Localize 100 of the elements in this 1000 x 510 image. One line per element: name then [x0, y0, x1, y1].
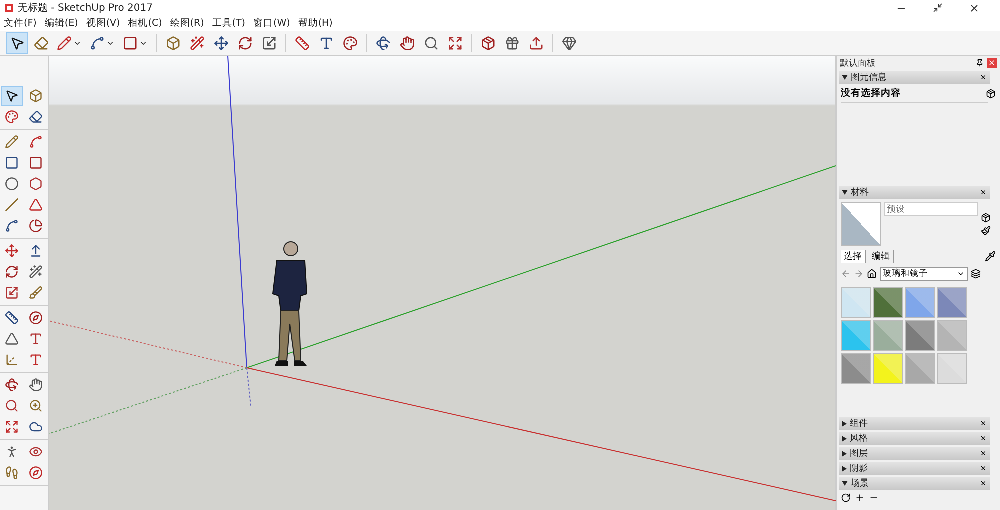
- arc-icon: [90, 36, 105, 50]
- pin-icon[interactable]: [976, 59, 984, 67]
- layers-icon[interactable]: [971, 269, 981, 279]
- add-icon[interactable]: [855, 493, 865, 503]
- ruler-icon: [5, 311, 19, 325]
- menu-item[interactable]: 窗口(W): [254, 17, 290, 30]
- curve-icon: [29, 135, 43, 149]
- package-icon: [480, 36, 496, 50]
- close-icon[interactable]: [980, 74, 987, 81]
- wand-icon: [190, 36, 204, 50]
- pushpull-icon: [29, 244, 43, 258]
- orbit-icon: [376, 36, 390, 50]
- entity-status-text: 没有选择内容: [841, 87, 902, 100]
- move-icon: [5, 244, 19, 258]
- material-swatch[interactable]: [937, 320, 967, 351]
- rotate-icon: [5, 265, 19, 279]
- hand-icon: [400, 36, 414, 50]
- menu-item[interactable]: 工具(T): [212, 17, 246, 30]
- pointer-icon: [10, 36, 24, 50]
- hand-icon: [29, 378, 43, 392]
- section-header[interactable]: 风格: [839, 432, 990, 445]
- close-icon[interactable]: [969, 2, 980, 14]
- material-swatch[interactable]: [905, 320, 935, 351]
- menu-item[interactable]: 编辑(E): [44, 17, 78, 30]
- ruler-icon: [294, 36, 310, 50]
- triangle-icon: [29, 198, 43, 212]
- back-icon[interactable]: [841, 269, 851, 279]
- package-icon[interactable]: [986, 88, 996, 98]
- close-icon[interactable]: [980, 420, 987, 427]
- close-icon[interactable]: [980, 480, 987, 487]
- close-button[interactable]: [987, 58, 997, 68]
- box-icon: [166, 36, 180, 50]
- scale-icon: [5, 286, 19, 300]
- material-swatch[interactable]: [905, 287, 935, 318]
- menu-item[interactable]: 帮助(H): [298, 17, 333, 30]
- search-icon: [424, 36, 438, 50]
- tool-button[interactable]: [1, 86, 23, 106]
- caret-icon: [957, 270, 965, 278]
- material-swatch[interactable]: [873, 320, 903, 351]
- menu-item[interactable]: 相机(C): [128, 17, 162, 30]
- tray-title: 默认面板: [840, 58, 877, 70]
- package-icon[interactable]: [981, 212, 991, 222]
- close-icon[interactable]: [980, 450, 987, 457]
- material-swatch[interactable]: [937, 287, 967, 318]
- section-header[interactable]: 组件: [839, 417, 990, 430]
- section-header[interactable]: 图层: [839, 447, 990, 460]
- move-icon: [214, 36, 228, 50]
- close-icon[interactable]: [980, 189, 987, 196]
- section-header[interactable]: 阴影: [839, 462, 990, 475]
- rectangle-icon: [123, 36, 138, 50]
- rectangle-icon: [29, 156, 43, 170]
- text-icon: [318, 36, 334, 50]
- material-swatch[interactable]: [937, 353, 967, 384]
- menu-item[interactable]: 视图(V): [86, 17, 120, 30]
- material-swatch[interactable]: [873, 353, 903, 384]
- close-icon[interactable]: [980, 435, 987, 442]
- curve-icon: [5, 219, 19, 233]
- menu-item[interactable]: 绘图(R): [170, 17, 204, 30]
- app-logo-icon: [4, 3, 14, 13]
- axes-icon: [5, 353, 19, 367]
- box-icon: [29, 89, 43, 103]
- expand-icon: [448, 36, 462, 50]
- triangle-icon: [5, 332, 19, 346]
- rectangle-icon: [5, 156, 19, 170]
- gem-icon: [562, 36, 576, 50]
- paint-icon[interactable]: [981, 226, 991, 236]
- restore-icon[interactable]: [933, 2, 943, 12]
- pie-icon: [29, 219, 43, 233]
- section-header[interactable]: 图元信息: [839, 71, 990, 84]
- circle-icon: [5, 177, 19, 191]
- section-header[interactable]: 场景: [839, 477, 990, 490]
- material-swatch[interactable]: [841, 353, 871, 384]
- upload-icon: [528, 36, 544, 50]
- footprints-icon: [5, 466, 19, 480]
- polygon-icon: [29, 177, 43, 191]
- material-swatch[interactable]: [905, 353, 935, 384]
- gift-icon: [504, 36, 520, 50]
- brush-icon: [29, 286, 43, 300]
- tab[interactable]: 选择: [841, 250, 866, 263]
- expand-icon: [5, 420, 19, 434]
- eyedropper-icon[interactable]: [985, 251, 996, 262]
- eraser-icon: [34, 36, 48, 50]
- menu-item[interactable]: 文件(F): [4, 17, 37, 30]
- compass-icon: [29, 311, 43, 325]
- material-name-field[interactable]: 预设: [884, 202, 978, 216]
- home-icon[interactable]: [867, 269, 877, 279]
- cloud-icon: [29, 420, 43, 434]
- tab[interactable]: 编辑: [869, 250, 894, 263]
- refresh-icon[interactable]: [841, 493, 851, 503]
- eye-icon: [29, 445, 43, 459]
- material-swatch[interactable]: [873, 287, 903, 318]
- section-header[interactable]: 材料: [839, 186, 990, 199]
- close-icon[interactable]: [980, 465, 987, 472]
- eraser-icon: [29, 110, 43, 124]
- material-swatch[interactable]: [841, 320, 871, 351]
- toolbar-button[interactable]: [6, 32, 28, 54]
- library-dropdown[interactable]: 玻璃和镜子: [880, 267, 968, 281]
- material-swatch[interactable]: [841, 287, 871, 318]
- rotate-icon: [238, 36, 252, 50]
- orbit-icon: [5, 378, 19, 392]
